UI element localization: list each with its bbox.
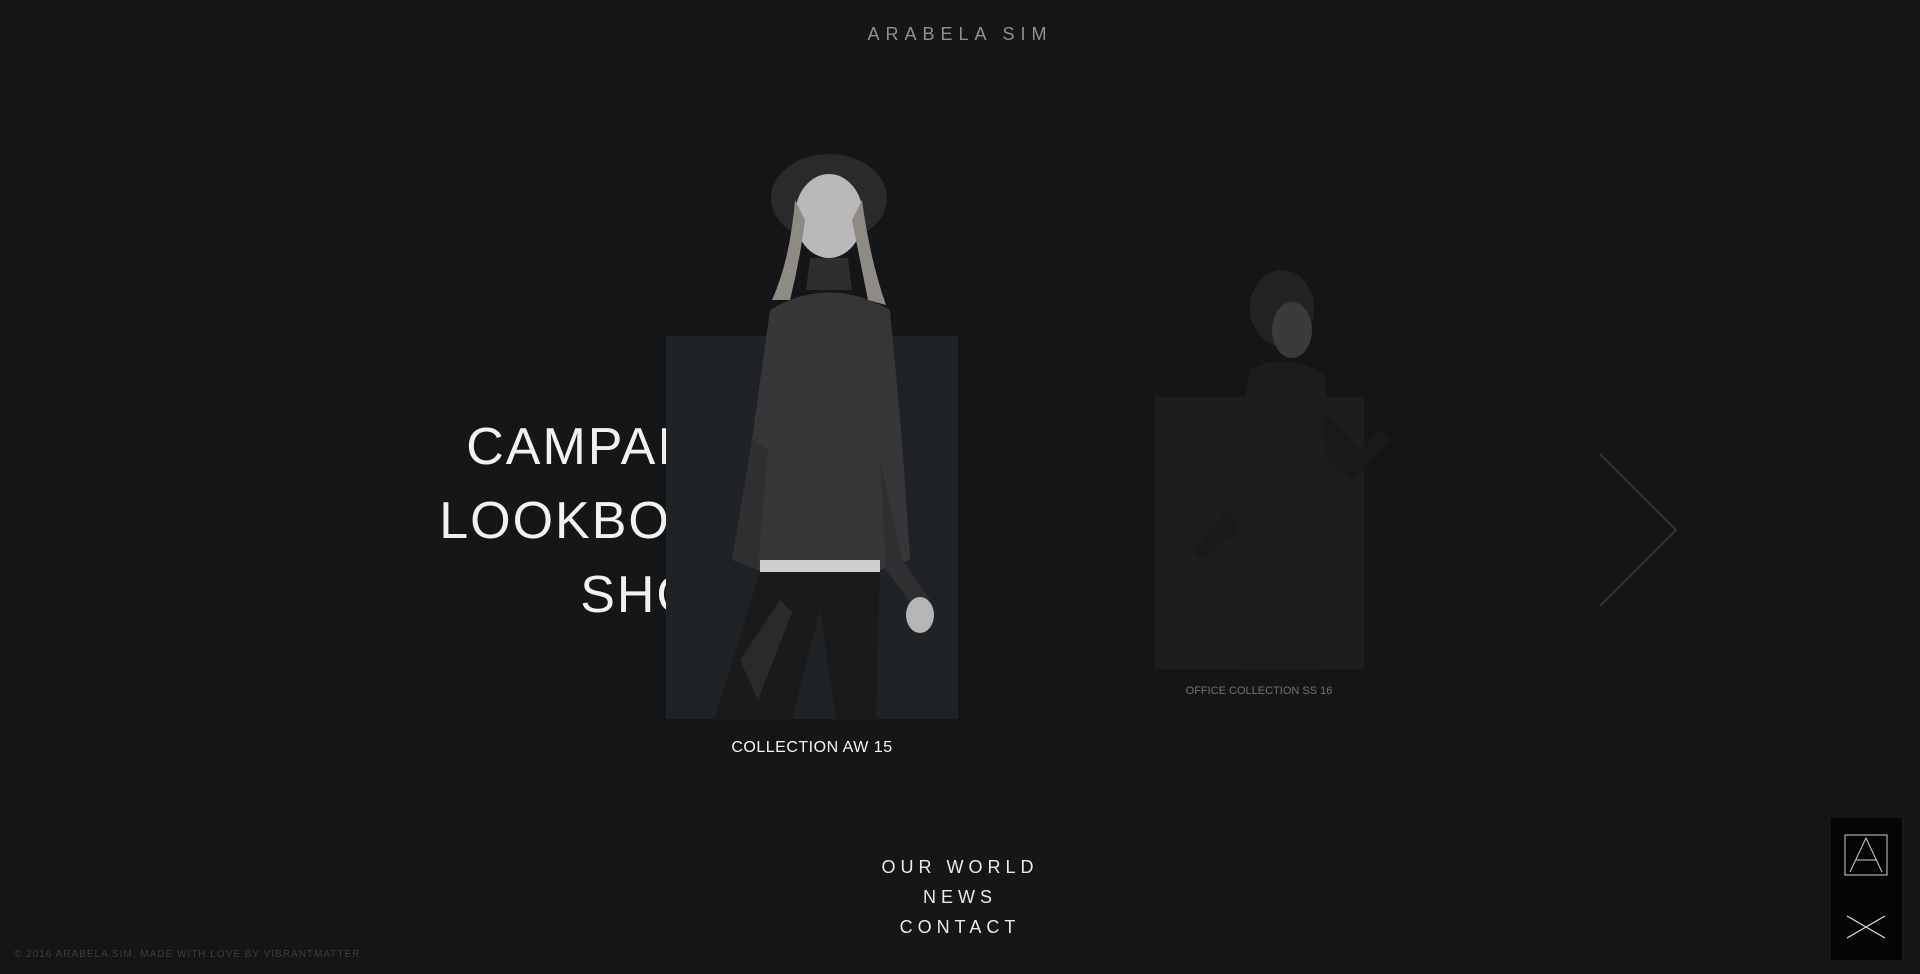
nav-link-our-world[interactable]: OUR WORLD bbox=[0, 852, 1920, 882]
next-slide-button[interactable] bbox=[1598, 452, 1678, 608]
slide-office-ss16[interactable]: OFFICE COLLECTION SS 16 bbox=[1120, 260, 1440, 710]
model-photo bbox=[1192, 270, 1390, 670]
side-widget bbox=[1831, 818, 1902, 960]
nav-link-contact[interactable]: CONTACT bbox=[0, 912, 1920, 942]
footer-nav: OUR WORLD NEWS CONTACT bbox=[0, 852, 1920, 942]
close-icon[interactable] bbox=[1845, 914, 1887, 940]
model-photo bbox=[714, 154, 934, 720]
slide-collection-aw15[interactable]: COLLECTION AW 15 bbox=[640, 140, 1020, 780]
chevron-right-icon bbox=[1599, 453, 1678, 607]
brand-logo-text[interactable]: ARABELA SIM bbox=[0, 24, 1920, 45]
copyright-text: © 2016 ARABELA SIM. MADE WITH LOVE BY VI… bbox=[14, 949, 361, 960]
brand-logo-icon[interactable] bbox=[1844, 834, 1888, 876]
slide-caption: OFFICE COLLECTION SS 16 bbox=[1185, 685, 1333, 697]
nav-link-news[interactable]: NEWS bbox=[0, 882, 1920, 912]
slide-caption: COLLECTION AW 15 bbox=[731, 739, 893, 756]
